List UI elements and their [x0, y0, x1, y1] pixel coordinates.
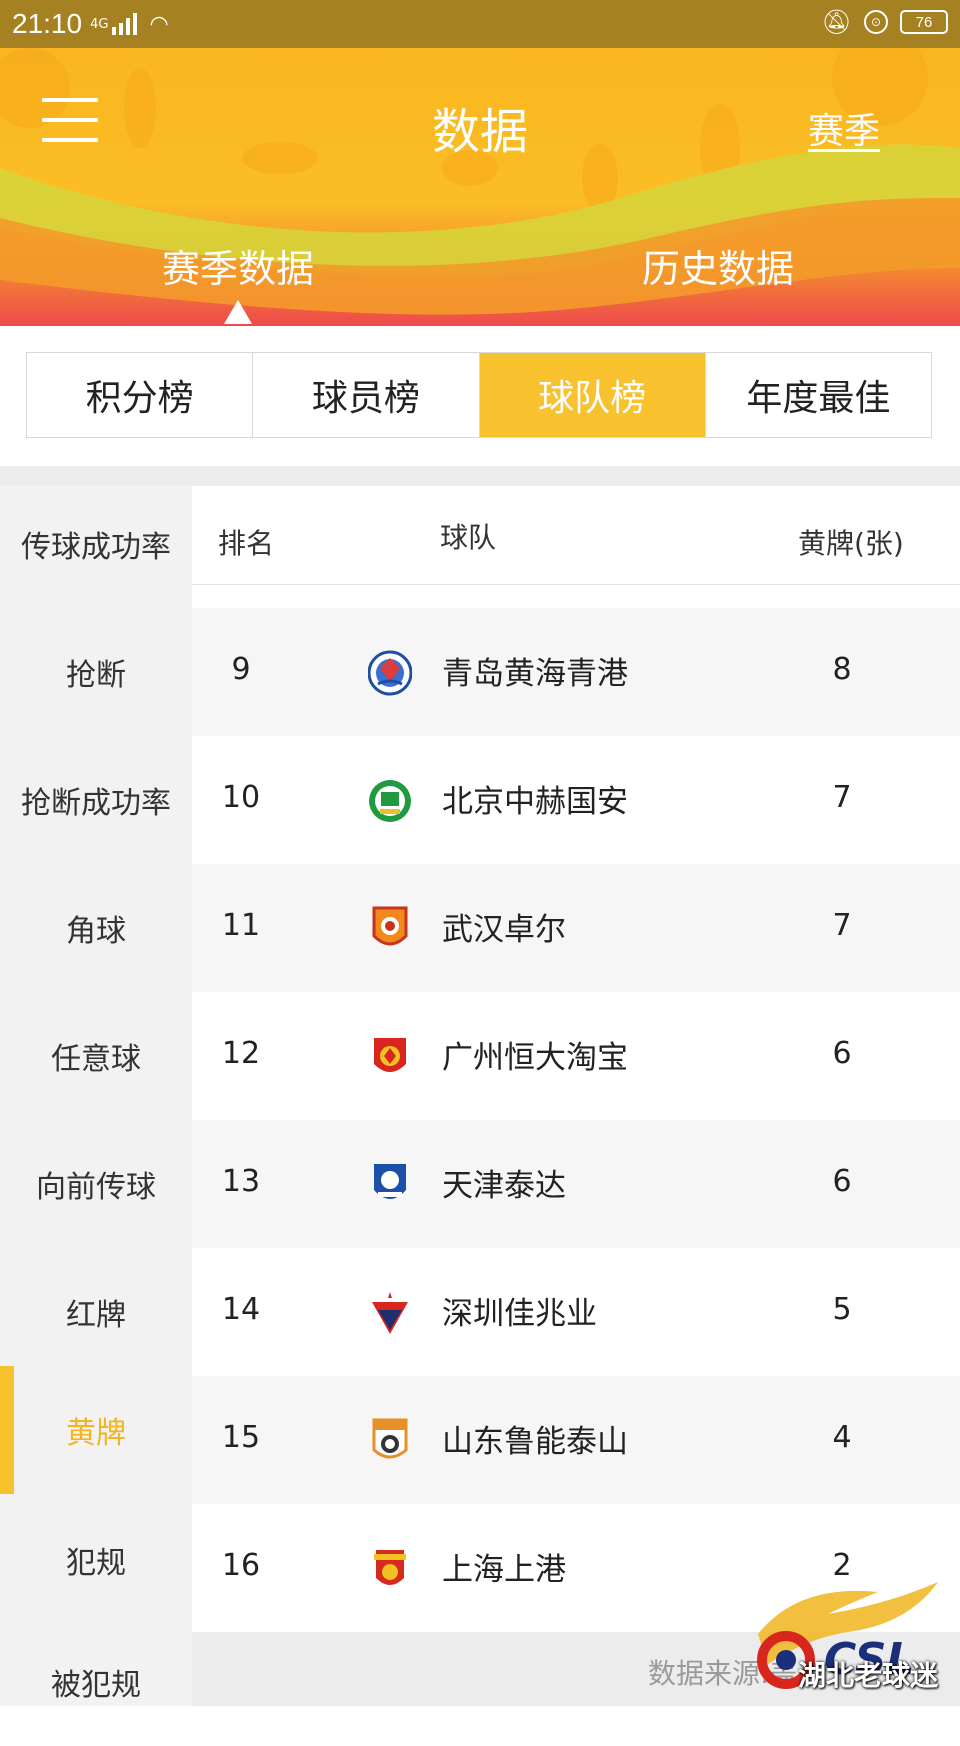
- row-team: 深圳佳兆业: [442, 1296, 597, 1332]
- category-tackles[interactable]: 抢断: [0, 608, 192, 736]
- data-tabs: 赛季数据 历史数据: [0, 238, 960, 318]
- category-pass-accuracy[interactable]: 传球成功率: [0, 480, 192, 608]
- shanghai-logo-icon: [374, 1550, 406, 1585]
- segment-teams[interactable]: 球队榜: [479, 353, 706, 437]
- rotation-lock-icon: ⊙: [864, 10, 888, 34]
- table-row[interactable]: 11 武汉卓尔 7: [192, 864, 960, 992]
- watermark-text: 湖北老球迷: [798, 1659, 939, 1692]
- row-rank: 12: [221, 1036, 261, 1071]
- tab-history-data[interactable]: 历史数据: [642, 238, 794, 293]
- shandong-logo-icon: [372, 1418, 408, 1459]
- battery-icon: 76: [900, 10, 948, 34]
- category-red-cards[interactable]: 红牌: [0, 1248, 192, 1376]
- network-type: 4G: [90, 16, 109, 32]
- row-team: 上海上港: [442, 1552, 566, 1588]
- row-value: 7: [832, 908, 852, 943]
- row-rank: 14: [221, 1292, 261, 1327]
- table-header: 排名 球队 黄牌(张): [192, 486, 960, 585]
- wifi-icon: ◠: [149, 11, 169, 37]
- category-free-kicks[interactable]: 任意球: [0, 992, 192, 1120]
- wuhan-logo-icon: [372, 906, 408, 946]
- row-team: 山东鲁能泰山: [442, 1424, 628, 1460]
- row-value: 4: [832, 1420, 852, 1455]
- header-value: 黄牌(张): [798, 527, 904, 560]
- category-forward-passes[interactable]: 向前传球: [0, 1120, 192, 1248]
- row-value: 8: [832, 652, 852, 687]
- row-team: 天津泰达: [442, 1168, 566, 1204]
- row-team: 广州恒大淘宝: [442, 1040, 628, 1076]
- segment-annual-best[interactable]: 年度最佳: [706, 353, 931, 437]
- qingdao-logo-icon: [368, 650, 412, 696]
- row-rank: 10: [221, 780, 261, 815]
- table-row[interactable]: 9 青岛黄海青港 8: [192, 608, 960, 736]
- tab-season-data[interactable]: 赛季数据: [162, 238, 314, 293]
- row-value: 6: [832, 1036, 852, 1071]
- row-value: 6: [832, 1164, 852, 1199]
- table-row[interactable]: 15 山东鲁能泰山 4: [192, 1376, 960, 1504]
- row-value: 7: [832, 780, 852, 815]
- season-button[interactable]: 赛季: [808, 102, 880, 154]
- beijing-logo-icon: [369, 780, 411, 822]
- header-team: 球队: [440, 521, 497, 554]
- category-sidebar: 传球成功率 抢断 抢断成功率 角球 任意球 向前传球 红牌 黄牌 犯规 被犯规: [0, 486, 192, 1706]
- guangzhou-logo-icon: [374, 1038, 406, 1072]
- category-fouls[interactable]: 犯规: [0, 1496, 192, 1624]
- row-rank: 9: [231, 652, 251, 687]
- mute-bell-icon: 🔕︎: [821, 8, 852, 36]
- row-rank: 13: [221, 1164, 261, 1199]
- category-yellow-cards[interactable]: 黄牌: [0, 1366, 192, 1494]
- team-ranking-list: 9 青岛黄海青港 8 10 北京中赫国安 7 11 武汉卓尔 7 12 广州恒大…: [192, 608, 960, 1632]
- category-fouled[interactable]: 被犯规: [0, 1618, 192, 1746]
- row-team: 武汉卓尔: [442, 912, 566, 948]
- row-team: 北京中赫国安: [442, 784, 628, 820]
- tianjin-logo-icon: [374, 1164, 406, 1199]
- status-bar: 21:10 4G ◠ 🔕︎ ⊙ 76: [0, 0, 960, 48]
- row-team: 青岛黄海青港: [442, 656, 628, 692]
- segment-standings[interactable]: 积分榜: [27, 353, 254, 437]
- table-row[interactable]: 13 天津泰达 6: [192, 1120, 960, 1248]
- shenzhen-logo-icon: [372, 1292, 408, 1334]
- row-rank: 16: [221, 1548, 261, 1583]
- header-rank: 排名: [218, 527, 275, 560]
- table-row[interactable]: 10 北京中赫国安 7: [192, 736, 960, 864]
- app-header: 数据 赛季 赛季数据 历史数据: [0, 48, 960, 326]
- category-tackle-success[interactable]: 抢断成功率: [0, 736, 192, 864]
- status-time: 21:10: [12, 8, 83, 39]
- table-row[interactable]: 12 广州恒大淘宝 6: [192, 992, 960, 1120]
- active-tab-indicator: [224, 300, 252, 324]
- row-rank: 15: [221, 1420, 261, 1455]
- signal-icon: [112, 13, 138, 35]
- segment-players[interactable]: 球员榜: [253, 353, 480, 437]
- row-value: 5: [832, 1292, 852, 1327]
- table-row[interactable]: 14 深圳佳兆业 5: [192, 1248, 960, 1376]
- row-rank: 11: [221, 908, 261, 943]
- ranking-segment-control: 积分榜 球员榜 球队榜 年度最佳: [26, 352, 932, 438]
- category-corners[interactable]: 角球: [0, 864, 192, 992]
